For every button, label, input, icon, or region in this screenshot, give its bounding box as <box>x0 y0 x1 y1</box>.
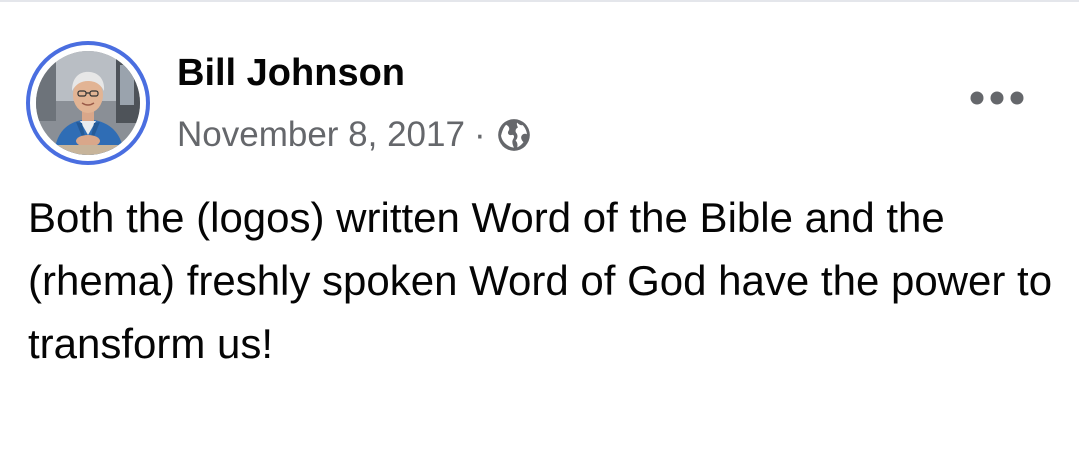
meta-separator: · <box>473 115 486 154</box>
post-card: Bill Johnson November 8, 2017 · Both the… <box>0 0 1079 451</box>
author-name[interactable]: Bill Johnson <box>177 47 405 99</box>
avatar[interactable] <box>36 51 140 155</box>
more-options-button[interactable] <box>962 78 1032 118</box>
post-body-text: Both the (logos) written Word of the Bib… <box>28 194 1053 367</box>
avatar-ring[interactable] <box>26 41 150 165</box>
post-timestamp[interactable]: November 8, 2017 <box>177 115 465 155</box>
post-meta: November 8, 2017 · <box>177 111 533 159</box>
more-options-icon <box>970 91 1024 105</box>
globe-icon[interactable] <box>495 116 533 154</box>
